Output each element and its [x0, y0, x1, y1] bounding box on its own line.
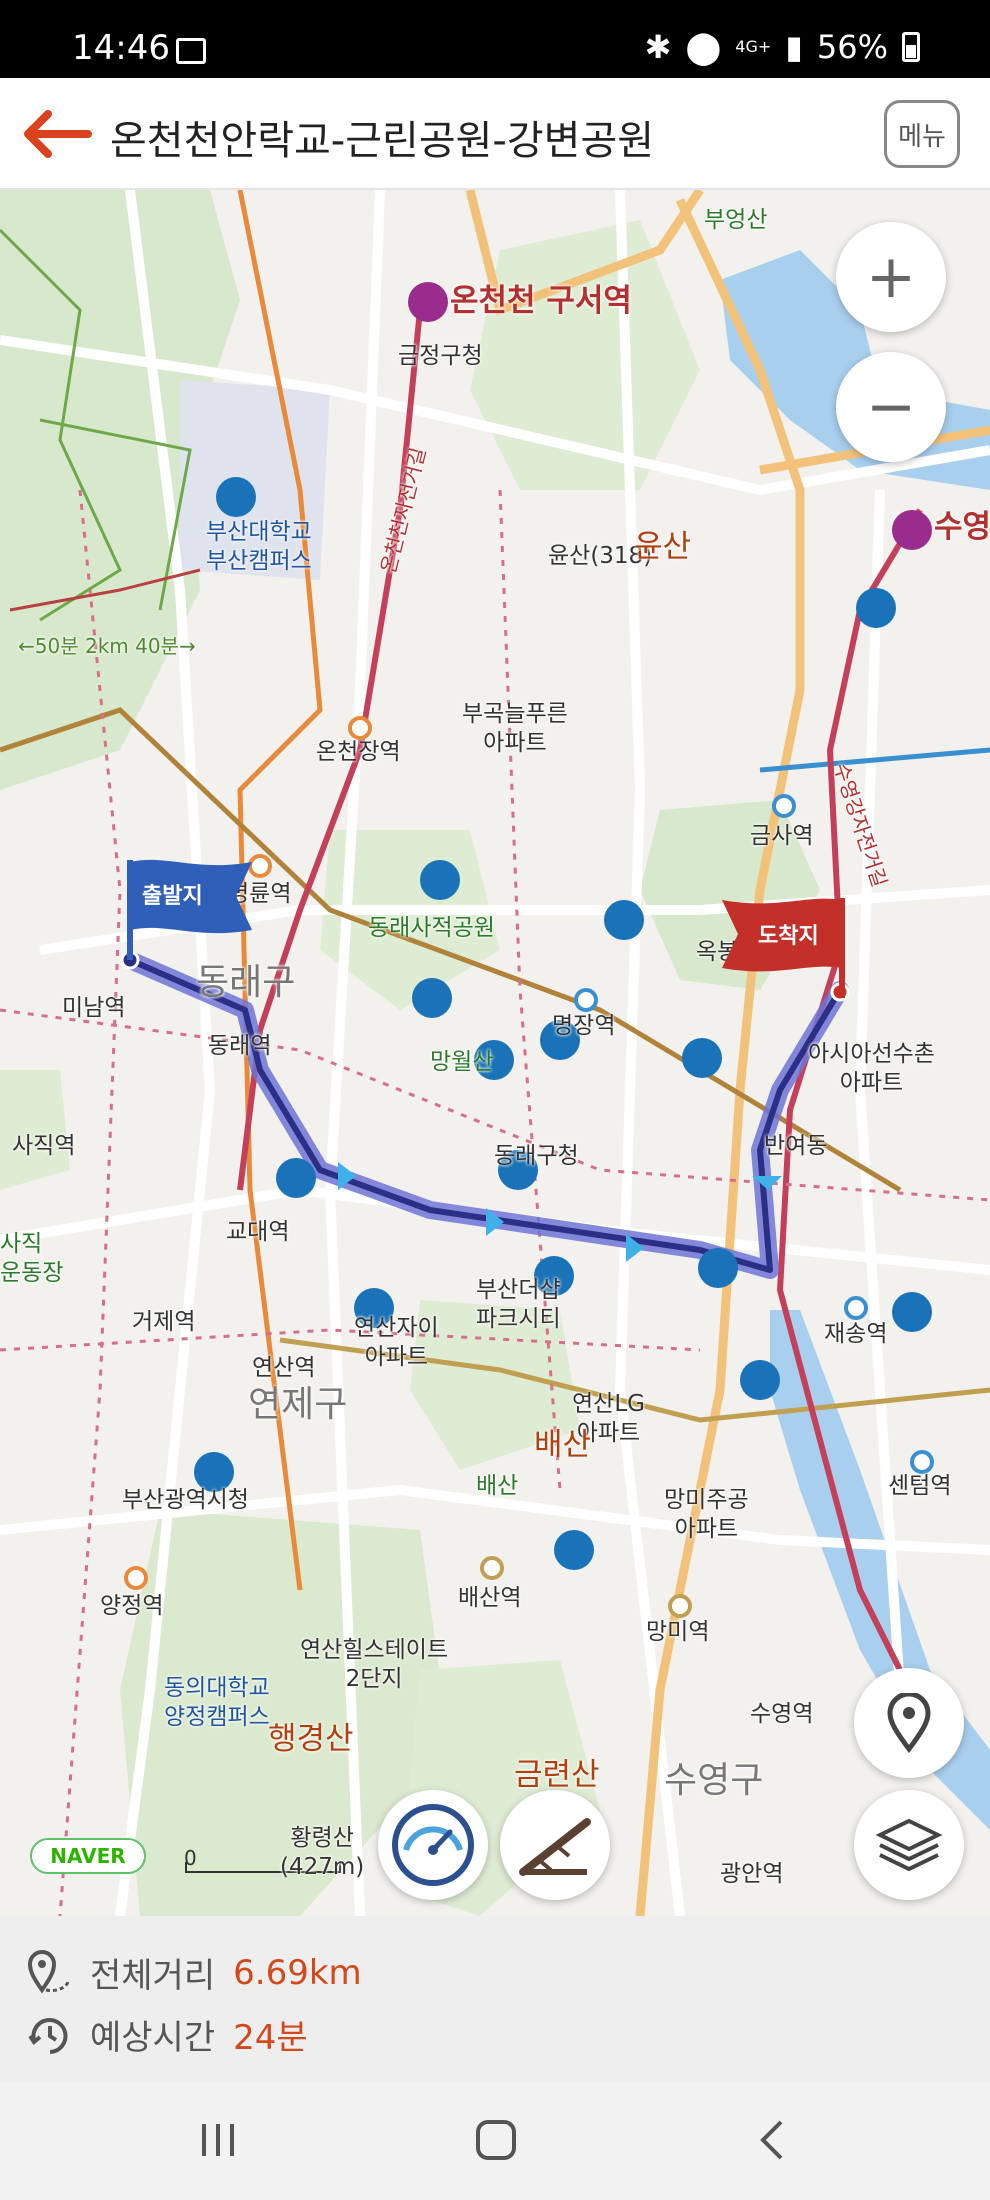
location-pin-icon — [887, 1693, 931, 1753]
my-location-button[interactable] — [854, 1668, 964, 1778]
battery-percent: 56% — [816, 28, 888, 66]
map-label: 연산자이 아파트 — [354, 1315, 439, 1370]
naver-logo: NAVER — [30, 1838, 146, 1874]
map-label: 배산역 — [458, 1585, 522, 1611]
map-label: 배산 — [476, 1473, 519, 1499]
map-label: 금련산 — [514, 1757, 600, 1793]
map-label: 광안역 — [720, 1861, 784, 1887]
map-label: 부산더샵 파크시티 — [476, 1277, 561, 1332]
map-label: 연산역 — [252, 1355, 316, 1381]
distance-value: 6.69km — [233, 1952, 362, 1993]
map-label: 수영 — [934, 509, 990, 545]
map-label: 망미역 — [646, 1619, 710, 1645]
map-label: 수영역 — [750, 1701, 814, 1727]
map-label: 연제구 — [248, 1384, 348, 1425]
map-label: 사직 운동장 — [0, 1231, 64, 1286]
status-icons: ✱ ⬤ 4G+ ▮ 56% — [645, 28, 920, 66]
map-label: 행경산 — [268, 1721, 354, 1757]
map-label: 망월산 — [430, 1049, 494, 1075]
elevation-slope-icon — [519, 1818, 591, 1876]
back-nav-icon[interactable] — [732, 2110, 812, 2170]
menu-button[interactable]: 메뉴 — [884, 100, 960, 168]
speedometer-icon — [392, 1804, 474, 1886]
map-label: 부곡늘푸른 아파트 — [462, 701, 568, 756]
status-bar: 14:46 ✱ ⬤ 4G+ ▮ 56% — [0, 0, 990, 78]
bluetooth-icon: ✱ — [644, 28, 672, 66]
map-label: 금정구청 — [398, 343, 483, 369]
zoom-in-button[interactable]: + — [836, 222, 946, 332]
time-value: 24분 — [233, 2018, 308, 2058]
layers-icon — [875, 1818, 943, 1872]
map-label: 동래역 — [208, 1033, 272, 1059]
layers-button[interactable] — [854, 1790, 964, 1900]
back-arrow-icon[interactable] — [18, 104, 92, 164]
location-icon: ⬤ — [685, 28, 722, 66]
recent-apps-icon[interactable] — [178, 2110, 258, 2170]
map-label: 반여동 — [764, 1133, 828, 1159]
map-label: 교대역 — [226, 1219, 290, 1245]
image-notification-icon — [176, 38, 206, 64]
map-label: 거제역 — [132, 1309, 196, 1335]
map-label: 부산대학교 부산캠퍼스 — [206, 519, 312, 574]
app-header: 온천천안락교-근린공원-강변공원 메뉴 — [0, 78, 990, 190]
time-label: 예상시간 — [90, 2018, 216, 2058]
map-label: 온천장역 — [316, 739, 401, 765]
end-flag[interactable]: 도착지 — [712, 894, 848, 1008]
map-label: 망미주공 아파트 — [664, 1487, 749, 1542]
map-label: 부산광역시청 — [122, 1487, 249, 1513]
elevation-button[interactable] — [500, 1790, 610, 1900]
route-info-panel: 전체거리 6.69km 예상시간 24분 — [0, 1916, 990, 2082]
map-label: 센텀역 — [888, 1473, 952, 1499]
map-label: 양정역 — [100, 1593, 164, 1619]
start-flag[interactable]: 출발지 — [126, 854, 256, 968]
map-label: 온천천 구서역 — [450, 283, 632, 319]
map-label: 배산 — [534, 1427, 592, 1463]
map-label: 금사역 — [750, 823, 814, 849]
route-distance-icon — [27, 1949, 70, 1993]
signal-icon: ▮ — [785, 28, 803, 66]
time-row: 예상시간 24분 — [26, 2010, 308, 2059]
map-label: 미남역 — [62, 995, 126, 1021]
speed-gauge-button[interactable] — [378, 1790, 488, 1900]
map-label: 아시아선수촌 아파트 — [808, 1041, 935, 1096]
map-label: 황령산 (427m) — [280, 1825, 365, 1880]
map-label: 재송역 — [824, 1321, 888, 1347]
map-label: 사직역 — [12, 1133, 76, 1159]
network-type: 4G+ — [735, 37, 772, 56]
map-label: 동래구청 — [494, 1143, 579, 1169]
map-label: ←50분 2km 40분→ — [18, 634, 196, 658]
start-flag-label: 출발지 — [142, 884, 203, 909]
scale-bar-label: 0 — [184, 1846, 197, 1870]
distance-row: 전체거리 6.69km — [26, 1948, 362, 1997]
map-label: 연산힐스테이트 2단지 — [300, 1637, 449, 1692]
end-flag-label: 도착지 — [758, 924, 819, 949]
map-label: 수영구 — [664, 1760, 764, 1801]
home-icon[interactable] — [456, 2110, 536, 2170]
system-nav-bar — [0, 2082, 990, 2200]
page-title: 온천천안락교-근린공원-강변공원 — [110, 118, 655, 164]
map-label: 동래사적공원 — [368, 915, 495, 941]
map-view[interactable]: 부엉산 온천천 구서역 금정구청 부산대학교 부산캠퍼스 윤산(318) 윤산 … — [0, 190, 990, 1916]
battery-icon — [902, 32, 920, 62]
map-label: 윤산 — [634, 529, 692, 565]
distance-label: 전체거리 — [90, 1956, 216, 1996]
map-label: 부엉산 — [704, 207, 768, 233]
map-label: 동의대학교 양정캠퍼스 — [164, 1675, 270, 1730]
clock: 14:46 — [72, 28, 170, 68]
map-label: 명장역 — [552, 1013, 616, 1039]
estimated-time-icon — [28, 2017, 68, 2054]
zoom-out-button[interactable]: − — [836, 352, 946, 462]
